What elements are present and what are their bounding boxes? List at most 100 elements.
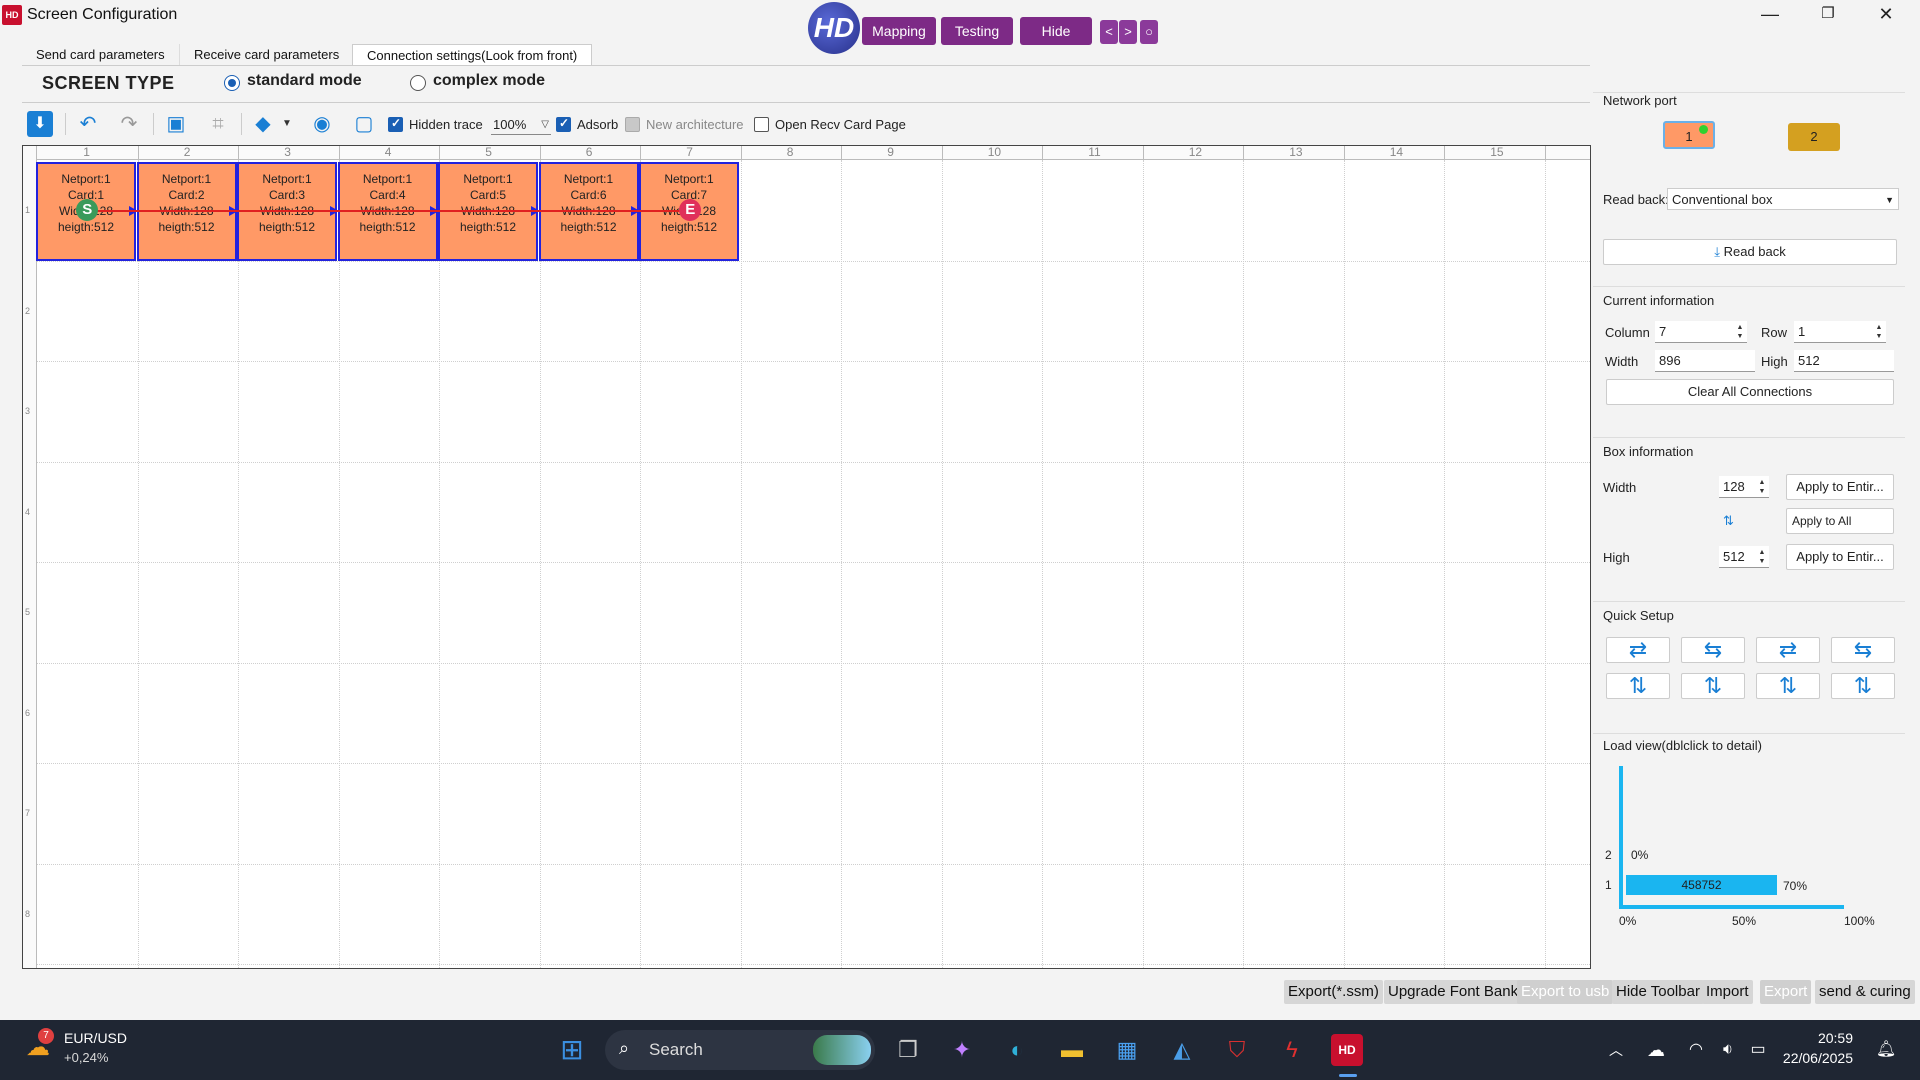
spinner-icon[interactable]: ▲ ▼: [1757, 548, 1767, 566]
apply-to-all-button[interactable]: Apply to All: [1786, 508, 1894, 534]
mcafee-icon[interactable]: ⛉: [1221, 1034, 1253, 1066]
import-button[interactable]: Import: [1702, 980, 1753, 1004]
edge-icon[interactable]: ◐: [1001, 1034, 1033, 1066]
maximize-button[interactable]: ❐: [1800, 0, 1856, 30]
redo-icon[interactable]: ↷: [116, 111, 142, 137]
spinner-icon[interactable]: ▲ ▼: [1735, 323, 1745, 341]
ticker-label[interactable]: EUR/USD: [64, 1030, 127, 1046]
close-button[interactable]: ✕: [1858, 0, 1914, 30]
connection-canvas[interactable]: 12345678910111213141516 12345678 Netport…: [22, 145, 1591, 969]
snake-left-right-up-icon[interactable]: ⇄: [1756, 637, 1820, 663]
complex-mode-radio[interactable]: [410, 75, 426, 91]
testing-button[interactable]: Testing: [941, 17, 1013, 45]
adsorb-label[interactable]: Adsorb: [577, 117, 618, 132]
eraser-icon[interactable]: ◆: [250, 111, 276, 137]
ruler-row-number: 6: [25, 707, 31, 718]
load-row-label: 1: [1605, 878, 1612, 892]
hd-app-icon[interactable]: HD: [1331, 1034, 1363, 1066]
file-explorer-icon[interactable]: ▬: [1056, 1034, 1088, 1066]
zoom-select[interactable]: 100% ▽: [491, 115, 551, 135]
load-view-title: Load view(dblclick to detail): [1603, 738, 1762, 753]
read-back-select[interactable]: Conventional box ▼: [1667, 188, 1899, 210]
copilot-icon[interactable]: ✦: [946, 1034, 978, 1066]
snake-right-left-icon[interactable]: ⇆: [1681, 637, 1745, 663]
minimize-button[interactable]: —: [1742, 0, 1798, 30]
grid-line: [1243, 160, 1244, 968]
snake-down-up-icon[interactable]: ⇅: [1606, 673, 1670, 699]
current-info-section: Current information Column 7 ▲ ▼ Row 1 ▲ ▼…: [1593, 286, 1905, 426]
select-area-icon[interactable]: ▢: [351, 111, 377, 137]
open-recv-card-label[interactable]: Open Recv Card Page: [775, 117, 906, 132]
search-box[interactable]: ⌕ Search: [605, 1030, 875, 1070]
standard-mode-radio[interactable]: [224, 75, 240, 91]
clock-time[interactable]: 20:59: [1783, 1030, 1853, 1046]
chevron-down-icon: ▼: [1885, 195, 1894, 205]
snake-up-down-right-icon[interactable]: ⇅: [1831, 673, 1895, 699]
current-width-input[interactable]: 896: [1655, 350, 1755, 372]
tab-receive-card[interactable]: Receive card parameters: [180, 44, 355, 66]
row-input[interactable]: 1 ▲ ▼: [1794, 321, 1886, 343]
spinner-icon[interactable]: ▲ ▼: [1874, 323, 1884, 341]
network-port-1-button[interactable]: 1: [1663, 121, 1715, 149]
apply-entire-high-button[interactable]: Apply to Entir...: [1786, 544, 1894, 570]
search-placeholder: Search: [649, 1040, 703, 1059]
volume-icon[interactable]: 🔉︎: [1712, 1034, 1744, 1066]
snake-down-up-right-icon[interactable]: ⇅: [1756, 673, 1820, 699]
adsorb-checkbox[interactable]: [556, 116, 571, 132]
tab-connection-settings[interactable]: Connection settings(Look from front): [352, 44, 593, 66]
upgrade-font-bank-button[interactable]: Upgrade Font Bank: [1384, 980, 1523, 1004]
app-a-icon[interactable]: ◭: [1166, 1034, 1198, 1066]
send-curing-button[interactable]: send & curing: [1815, 980, 1915, 1004]
ruler-top: 12345678910111213141516: [23, 146, 1590, 160]
chevron-up-icon[interactable]: ︿: [1600, 1034, 1632, 1066]
undo-icon[interactable]: ↶: [75, 111, 101, 137]
export-ssm-button[interactable]: Export(*.ssm): [1284, 980, 1383, 1004]
box-width-input[interactable]: 128 ▲ ▼: [1719, 476, 1769, 498]
next-button[interactable]: >: [1119, 20, 1137, 44]
ruler-row-number: 8: [25, 908, 31, 919]
hidden-trace-checkbox[interactable]: [388, 116, 403, 132]
hidden-trace-label[interactable]: Hidden trace: [409, 117, 483, 132]
column-input[interactable]: 7 ▲ ▼: [1655, 321, 1747, 343]
complex-mode-label[interactable]: complex mode: [433, 72, 545, 90]
grid-line: [1343, 160, 1345, 968]
swap-icon[interactable]: ⇅: [1723, 513, 1734, 529]
save-icon[interactable]: ⬇: [27, 111, 53, 137]
load-view-section[interactable]: Load view(dblclick to detail) 2 0% 1 458…: [1593, 733, 1905, 935]
mapping-button[interactable]: Mapping: [862, 17, 936, 45]
standard-mode-label[interactable]: standard mode: [247, 72, 362, 90]
current-high-input[interactable]: 512: [1794, 350, 1894, 372]
hide-button[interactable]: Hide: [1020, 17, 1092, 45]
eye-icon[interactable]: ◉: [309, 111, 335, 137]
prev-button[interactable]: <: [1100, 20, 1118, 44]
snake-left-right-icon[interactable]: ⇄: [1606, 637, 1670, 663]
spinner-icon[interactable]: ▲ ▼: [1757, 478, 1767, 496]
store-icon[interactable]: ▦: [1111, 1034, 1143, 1066]
snake-right-left-up-icon[interactable]: ⇆: [1831, 637, 1895, 663]
grid-line: [37, 361, 1590, 362]
network-port-2-button[interactable]: 2: [1788, 123, 1840, 151]
eraser-dropdown-icon[interactable]: ▼: [280, 111, 294, 137]
refresh-button[interactable]: ○: [1140, 20, 1158, 44]
select-frame-icon[interactable]: ▣: [163, 111, 189, 137]
hide-toolbar-button[interactable]: Hide Toolbar: [1612, 980, 1704, 1004]
chevron-down-icon: ▽: [541, 119, 549, 130]
card-card-text: Card:5: [469, 188, 507, 202]
open-recv-card-checkbox[interactable]: [754, 117, 769, 132]
cloud-icon[interactable]: ☁: [1640, 1034, 1672, 1066]
tab-send-card[interactable]: Send card parameters: [22, 44, 180, 66]
windows-start-icon[interactable]: ⊞: [556, 1034, 588, 1066]
task-view-icon[interactable]: ❐: [892, 1034, 924, 1066]
battery-icon[interactable]: ▭: [1742, 1034, 1774, 1066]
box-high-input[interactable]: 512 ▲ ▼: [1719, 546, 1769, 568]
clear-all-connections-button[interactable]: Clear All Connections: [1606, 379, 1894, 405]
read-back-button[interactable]: ⤓ Read back: [1603, 239, 1897, 265]
apply-entire-width-button[interactable]: Apply to Entir...: [1786, 474, 1894, 500]
crop-icon[interactable]: ⌗: [205, 111, 231, 137]
clock-date[interactable]: 22/06/2025: [1773, 1050, 1853, 1066]
bell-icon[interactable]: 🔔︎: [1870, 1034, 1902, 1066]
snake-up-down-icon[interactable]: ⇅: [1681, 673, 1745, 699]
wifi-icon[interactable]: ◠: [1680, 1034, 1712, 1066]
flash-icon[interactable]: ϟ: [1276, 1034, 1308, 1066]
read-back-value: Conventional box: [1672, 192, 1773, 207]
